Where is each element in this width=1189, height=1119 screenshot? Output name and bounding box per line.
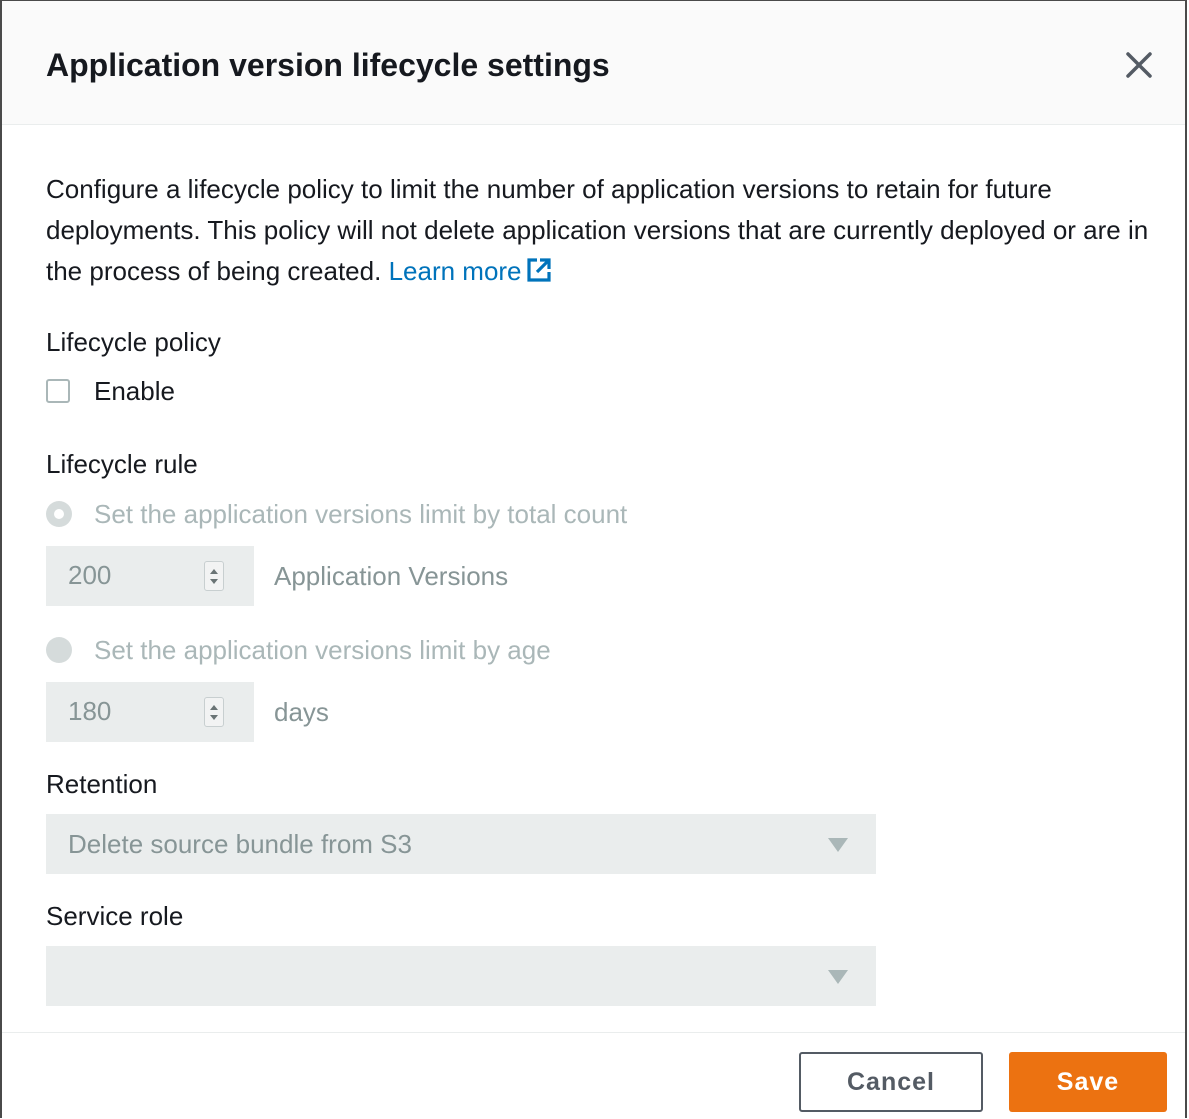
count-stepper[interactable]: 200 — [46, 546, 254, 606]
learn-more-label: Learn more — [388, 256, 522, 286]
retention-value: Delete source bundle from S3 — [68, 829, 412, 859]
age-stepper[interactable]: 180 — [46, 682, 254, 742]
count-unit-label: Application Versions — [274, 560, 509, 591]
enable-checkbox-row[interactable]: Enable — [46, 376, 1156, 406]
age-stepper-row: 180 days — [46, 682, 1156, 742]
dialog-body: Configure a lifecycle policy to limit th… — [46, 125, 1156, 1006]
external-link-icon — [526, 258, 551, 282]
retention-label: Retention — [46, 769, 158, 799]
enable-checkbox[interactable] — [46, 379, 70, 403]
learn-more-link[interactable]: Learn more — [389, 256, 552, 286]
spin-up-icon — [210, 569, 218, 574]
retention-select[interactable]: Delete source bundle from S3 — [46, 814, 876, 874]
limit-by-count-label: Set the application versions limit by to… — [94, 498, 628, 529]
count-value: 200 — [68, 560, 112, 590]
enable-label: Enable — [94, 375, 175, 406]
close-icon — [1126, 52, 1152, 78]
service-role-select[interactable] — [46, 946, 876, 1006]
age-value: 180 — [68, 696, 112, 726]
intro-text: Configure a lifecycle policy to limit th… — [46, 169, 1156, 292]
close-button[interactable] — [1121, 47, 1157, 83]
lifecycle-policy-section: Lifecycle policy Enable — [46, 326, 1156, 406]
lifecycle-rule-section: Lifecycle rule Set the application versi… — [46, 448, 1156, 742]
lifecycle-rule-label: Lifecycle rule — [46, 449, 198, 479]
age-spin-buttons[interactable] — [204, 697, 224, 727]
age-unit-label: days — [274, 696, 329, 727]
count-spin-buttons[interactable] — [204, 561, 224, 591]
retention-section: Retention Delete source bundle from S3 — [46, 768, 1156, 874]
spin-down-icon — [210, 715, 218, 720]
limit-by-count-option[interactable]: Set the application versions limit by to… — [46, 498, 1156, 530]
service-role-section: Service role — [46, 900, 1156, 1006]
lifecycle-policy-label: Lifecycle policy — [46, 327, 221, 357]
intro-description: Configure a lifecycle policy to limit th… — [46, 174, 1149, 286]
dialog-title: Application version lifecycle settings — [46, 47, 610, 83]
caret-down-icon — [828, 838, 848, 852]
lifecycle-settings-dialog: Application version lifecycle settings C… — [0, 0, 1187, 1118]
limit-by-count-radio[interactable] — [46, 501, 72, 527]
count-stepper-row: 200 Application Versions — [46, 546, 1156, 606]
spin-down-icon — [210, 579, 218, 584]
spin-up-icon — [210, 705, 218, 710]
dialog-footer: Cancel Save — [2, 1032, 1185, 1119]
caret-down-icon — [828, 970, 848, 984]
limit-by-age-radio[interactable] — [46, 637, 72, 663]
cancel-button[interactable]: Cancel — [799, 1052, 983, 1112]
dialog-header: Application version lifecycle settings — [2, 1, 1185, 125]
save-button[interactable]: Save — [1009, 1052, 1167, 1112]
limit-by-age-label: Set the application versions limit by ag… — [94, 634, 551, 665]
limit-by-age-option[interactable]: Set the application versions limit by ag… — [46, 634, 1156, 666]
service-role-label: Service role — [46, 901, 184, 931]
